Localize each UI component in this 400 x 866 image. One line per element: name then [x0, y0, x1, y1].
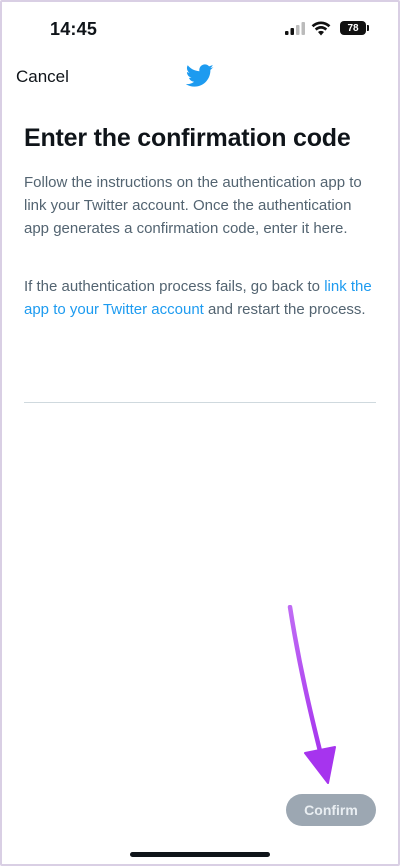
instructions-paragraph: Follow the instructions on the authentic… — [24, 174, 362, 237]
status-bar: 14:45 78 — [0, 0, 400, 56]
battery-icon: 78 — [340, 21, 369, 35]
home-indicator[interactable] — [130, 852, 270, 857]
confirmation-code-input[interactable] — [24, 360, 376, 403]
status-time: 14:45 — [50, 19, 98, 39]
page-title: Enter the confirmation code — [24, 124, 351, 152]
confirm-button[interactable]: Confirm — [286, 794, 376, 826]
fallback-text-after: and restart the process. — [203, 301, 366, 318]
fallback-paragraph: If the authentication process fails, go … — [24, 275, 376, 321]
fallback-text-before: If the authentication process fails, go … — [24, 278, 325, 295]
signal-icon — [285, 22, 305, 35]
twitter-bird-icon — [186, 64, 214, 87]
purple-arrow-annotation — [287, 605, 336, 784]
battery-level: 78 — [347, 22, 359, 34]
cancel-button[interactable]: Cancel — [16, 67, 69, 87]
wifi-icon — [311, 21, 331, 36]
